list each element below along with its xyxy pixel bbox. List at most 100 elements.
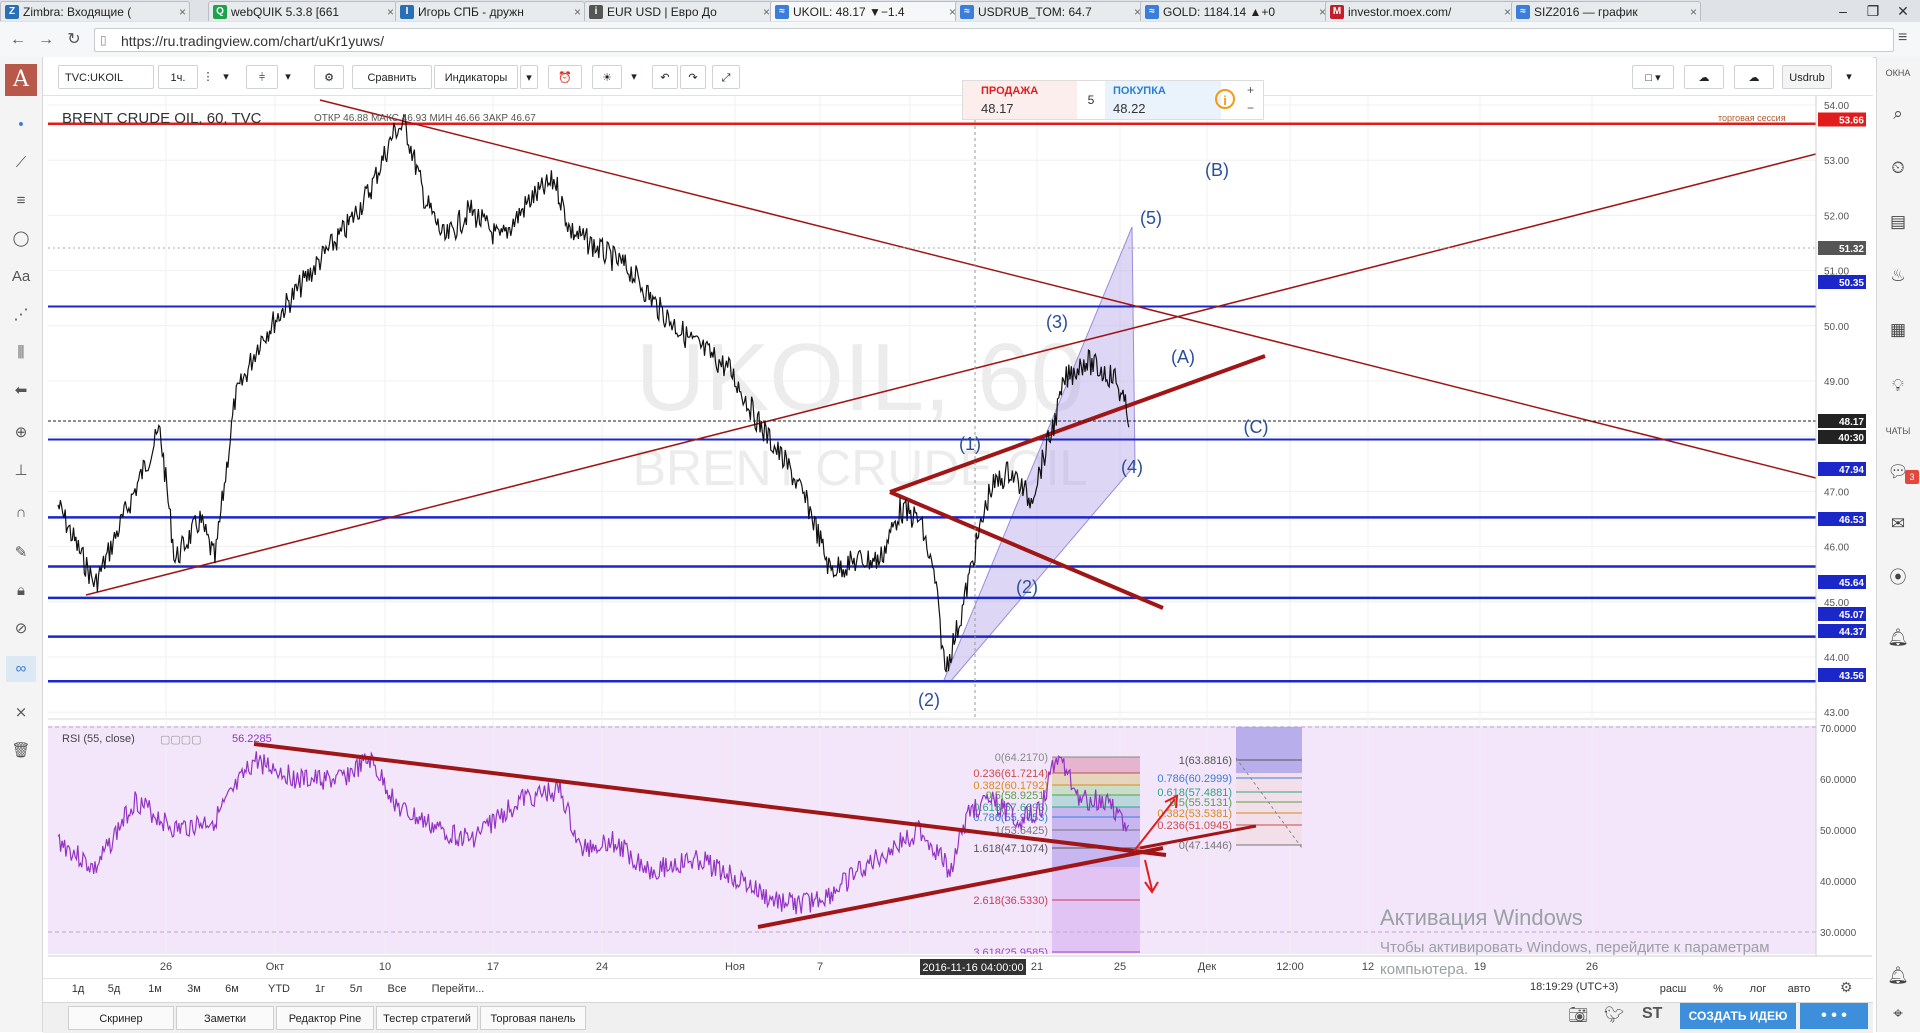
- price-badge: 45.64: [1839, 578, 1864, 589]
- price-tick: 47.00: [1824, 487, 1849, 498]
- rsi-controls-icon[interactable]: ▢▢▢▢: [160, 733, 202, 746]
- sell-price: 48.17: [981, 101, 1014, 116]
- wave-label: (2): [1016, 577, 1038, 597]
- bottom-tab[interactable]: Торговая панель: [480, 1006, 586, 1030]
- price-badge: 53.66: [1839, 116, 1864, 127]
- fib-level-label: 0.786(60.2999): [1157, 773, 1232, 785]
- price-badge: 43.56: [1839, 671, 1864, 682]
- price-tick: 52.00: [1824, 211, 1849, 222]
- rsi-title: RSI (55, close): [62, 733, 135, 745]
- create-idea-button[interactable]: СОЗДАТЬ ИДЕЮ: [1680, 1003, 1796, 1029]
- timeframe-button[interactable]: 3м: [182, 981, 206, 997]
- info-icon[interactable]: i: [1215, 89, 1235, 109]
- fib-level-label: 0.382(53.5381): [1157, 808, 1232, 820]
- price-badge: 48.17: [1839, 417, 1864, 428]
- timeframe-button[interactable]: YTD: [262, 981, 296, 997]
- rsi-tick: 40.0000: [1820, 877, 1857, 888]
- wave-label: (4): [1121, 457, 1143, 477]
- price-tick: 44.00: [1824, 653, 1849, 664]
- price-badge: 45.07: [1839, 610, 1864, 621]
- scale-option-button[interactable]: лог: [1744, 981, 1772, 997]
- scale-option-button[interactable]: авто: [1782, 981, 1816, 997]
- price-tick: 49.00: [1824, 377, 1849, 388]
- time-tick: 12: [1362, 961, 1374, 973]
- timeframe-button[interactable]: Перейти...: [428, 981, 488, 997]
- price-badge: 40:30: [1838, 433, 1864, 444]
- time-tick: 21: [1031, 961, 1043, 973]
- trade-widget: ПРОДАЖА 48.17 5 ПОКУПКА 48.22 i + −: [962, 80, 1264, 120]
- rsi-tick: 60.0000: [1820, 775, 1857, 786]
- scale-option-button[interactable]: расш: [1656, 981, 1690, 997]
- rsi-tick: 50.0000: [1820, 826, 1857, 837]
- buy-label: ПОКУПКА: [1113, 85, 1166, 97]
- wave-label: (A): [1171, 347, 1195, 367]
- activation-message: Чтобы активировать Windows, перейдите к …: [1380, 939, 1770, 978]
- bottom-tab[interactable]: Редактор Pine: [276, 1006, 374, 1030]
- sell-label: ПРОДАЖА: [981, 85, 1039, 97]
- bottom-tab[interactable]: Заметки: [176, 1006, 274, 1030]
- fib-level-label: 0.5(58.9251): [986, 790, 1048, 802]
- price-tick: 53.00: [1824, 156, 1849, 167]
- rsi-tick: 70.0000: [1820, 724, 1857, 735]
- bottom-tab[interactable]: Скринер: [68, 1006, 174, 1030]
- wave-label: (1): [959, 434, 981, 454]
- rsi-value: 56.2285: [232, 733, 272, 745]
- scale-option-button[interactable]: %: [1708, 981, 1728, 997]
- collapse-minus-icon[interactable]: −: [1247, 101, 1254, 115]
- time-tick: 24: [596, 961, 608, 973]
- buy-button[interactable]: ПОКУПКА 48.22: [1105, 81, 1221, 119]
- fib-level-label: 2.618(36.5330): [973, 895, 1048, 907]
- price-tick: 50.00: [1824, 322, 1849, 333]
- timeframe-button[interactable]: 6м: [220, 981, 244, 997]
- fib-level-label: 1.618(47.1074): [973, 843, 1048, 855]
- fib-zone-right: [1236, 773, 1302, 845]
- time-tick: 10: [379, 961, 391, 973]
- timeframe-button[interactable]: 5д: [104, 981, 124, 997]
- bottom-tab[interactable]: Тестер стратегий: [376, 1006, 478, 1030]
- wave-label: (2): [918, 690, 940, 710]
- wave-label: (C): [1244, 417, 1269, 437]
- ohlc-values: ОТКР 46.88 МАКС 46.93 МИН 46.66 ЗАКР 46.…: [314, 113, 536, 124]
- timeframe-button[interactable]: Все: [384, 981, 410, 997]
- clock: 18:19:29 (UTC+3): [1530, 981, 1619, 993]
- price-badge: 50.35: [1839, 278, 1864, 289]
- timeframe-button[interactable]: 5л: [346, 981, 366, 997]
- price-badge: 46.53: [1839, 515, 1864, 526]
- price-tick: 46.00: [1824, 543, 1849, 554]
- fib-level-label: 0(47.1446): [1179, 840, 1232, 852]
- twitter-icon[interactable]: 🐦︎: [1604, 1005, 1624, 1025]
- expand-plus-icon[interactable]: +: [1247, 83, 1254, 97]
- chart-canvas[interactable]: UKOIL, 60 BRENT CRUDE OIL (B)(5)(3)(A)(1…: [0, 0, 1920, 1032]
- fib-level-label: 0.236(61.7214): [973, 768, 1048, 780]
- timeframe-button[interactable]: 1м: [143, 981, 167, 997]
- price-badge: 44.37: [1839, 627, 1864, 638]
- time-tick: Окт: [266, 961, 285, 973]
- sell-button[interactable]: ПРОДАЖА 48.17: [963, 81, 1077, 119]
- fib-level-label: 1(63.8816): [1179, 755, 1232, 767]
- crosshair-date: 2016-11-16 04:00:00: [922, 962, 1023, 974]
- wave-label: (3): [1046, 312, 1068, 332]
- buy-price: 48.22: [1113, 101, 1146, 116]
- time-tick: Дек: [1198, 961, 1217, 973]
- time-tick: 25: [1114, 961, 1126, 973]
- time-tick: 26: [160, 961, 172, 973]
- activation-title: Активация Windows: [1380, 905, 1583, 930]
- timeframe-button[interactable]: 1д: [68, 981, 88, 997]
- price-badge: 47.94: [1839, 465, 1864, 476]
- time-tick: 17: [487, 961, 499, 973]
- time-tick: 7: [817, 961, 823, 973]
- timeframe-button[interactable]: 1г: [310, 981, 330, 997]
- wave-label: (5): [1140, 208, 1162, 228]
- price-tick: 43.00: [1824, 708, 1849, 719]
- stocktwits-icon[interactable]: ST: [1642, 1005, 1662, 1023]
- session-label: торговая сессия: [1718, 113, 1786, 123]
- more-options-icon[interactable]: • • •: [1800, 1003, 1868, 1029]
- price-tick: 54.00: [1824, 101, 1849, 112]
- scale-settings-icon[interactable]: ⚙: [1840, 979, 1853, 996]
- price-badge: 51.32: [1839, 244, 1864, 255]
- fib-level-label: 0(64.2170): [995, 752, 1048, 764]
- spread-value: 5: [1087, 93, 1095, 107]
- chart-title: BRENT CRUDE OIL, 60, TVC: [62, 110, 262, 127]
- windows-activation: Активация Windows Чтобы активировать Win…: [1380, 905, 1860, 981]
- camera-icon[interactable]: 📷︎: [1568, 1005, 1588, 1025]
